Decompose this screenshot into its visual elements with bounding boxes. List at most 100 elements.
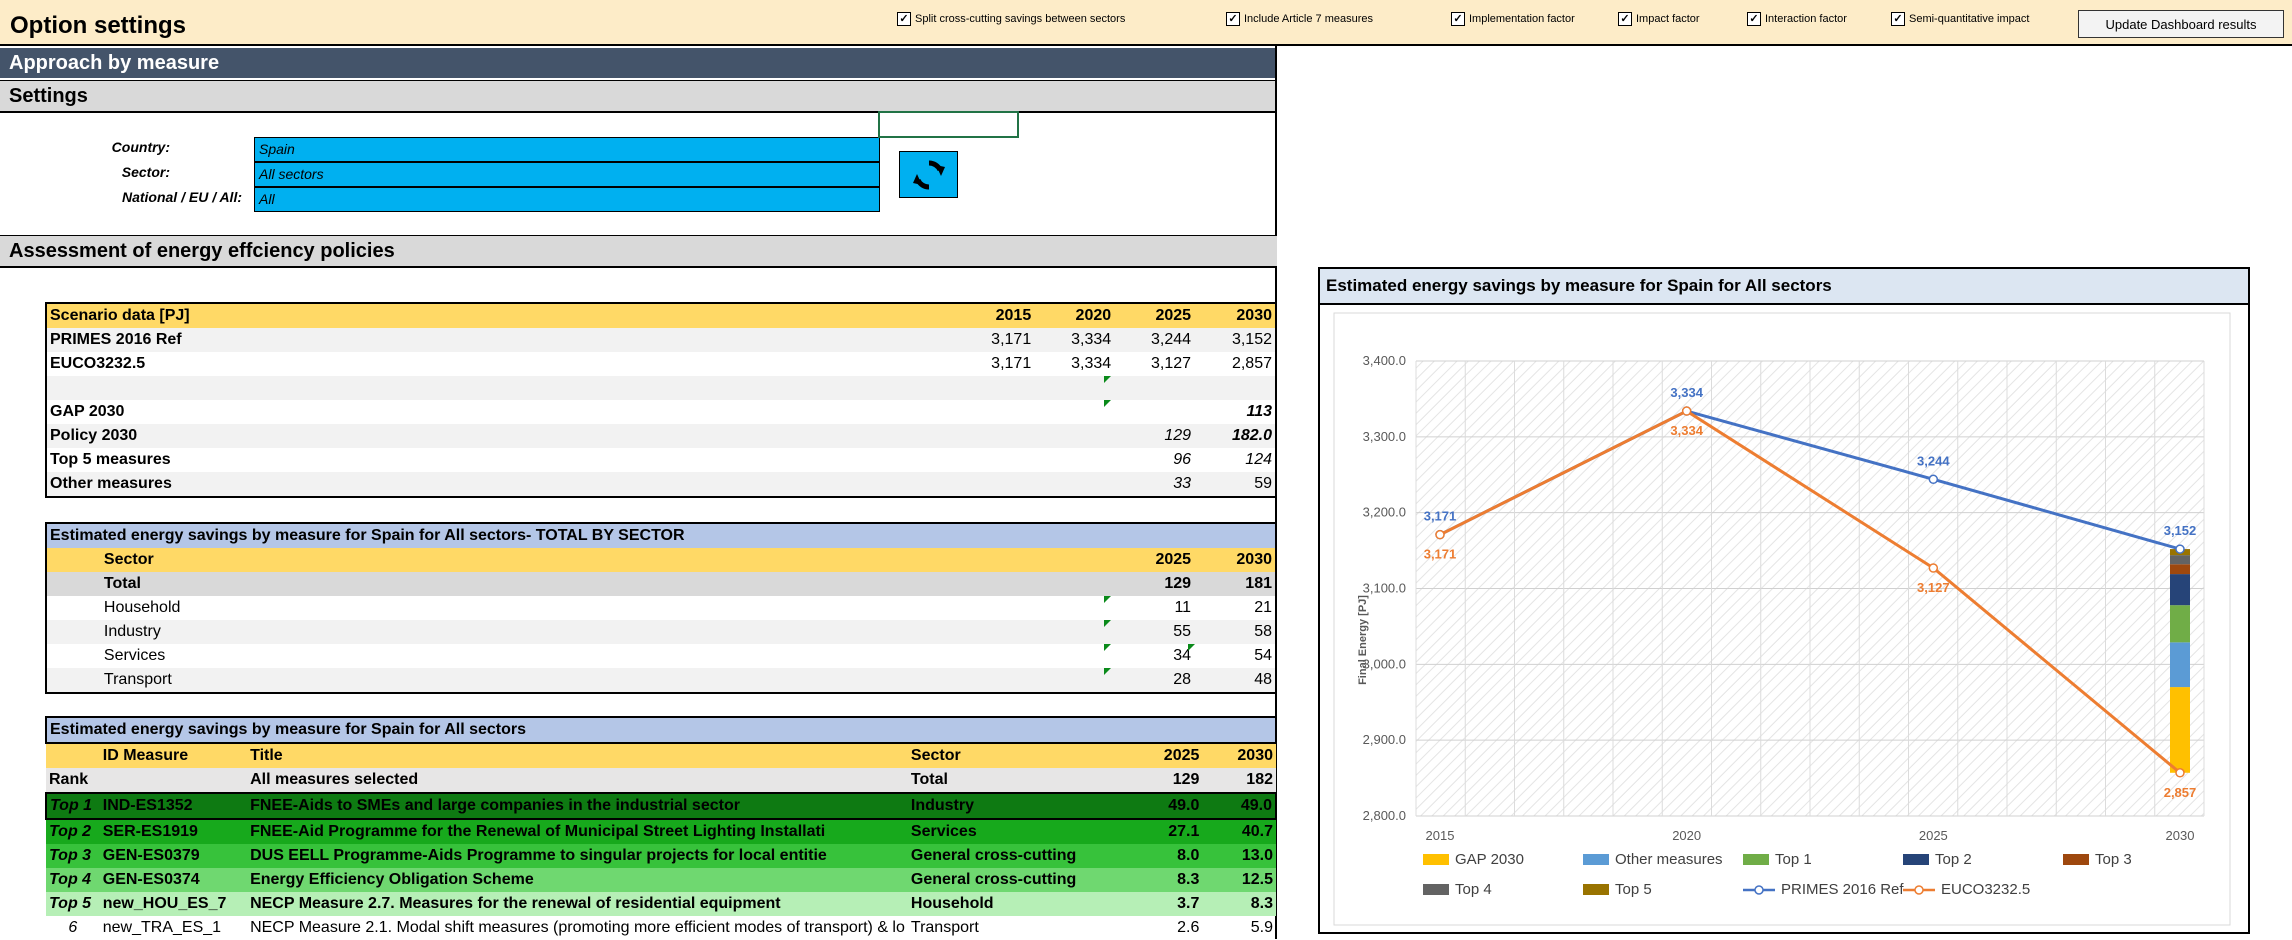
sector-total-label: Total	[103, 575, 141, 592]
stack-segment-top-4	[2170, 555, 2190, 565]
sector-total-value: 129	[1164, 575, 1192, 592]
legend-label: Top 3	[2095, 851, 2132, 868]
checkbox-checked-icon[interactable]: ✓	[1451, 12, 1465, 26]
scenario-value: 33	[1173, 475, 1192, 492]
checkbox-article-7[interactable]: ✓ Include Article 7 measures	[1226, 12, 1373, 26]
rank-cell: Top 5	[49, 895, 92, 912]
measure-row[interactable]: 6 new_TRA_ES_1 NECP Measure 2.1. Modal s…	[46, 916, 1276, 940]
checkbox-interaction-factor[interactable]: ✓ Interaction factor	[1747, 12, 1847, 26]
summary-value: 182	[1246, 771, 1273, 788]
scenario-value: 3,127	[1151, 355, 1192, 372]
checkbox-checked-icon[interactable]: ✓	[897, 12, 911, 26]
measure-sector: General cross-cutting	[910, 847, 1077, 864]
checkbox-checked-icon[interactable]: ✓	[1226, 12, 1240, 26]
scenario-value	[1114, 400, 1194, 424]
measure-row[interactable]: Top 2 SER-ES1919 FNEE-Aid Programme for …	[46, 819, 1276, 844]
legend-swatch-icon	[1903, 854, 1929, 865]
x-tick-label: 2020	[1672, 828, 1701, 843]
selected-cell[interactable]	[878, 111, 1019, 138]
stack-segment-gap-2030	[2170, 687, 2190, 773]
legend-item: Top 2	[1903, 851, 1972, 868]
scenario-value: 3,334	[1071, 355, 1112, 372]
checkbox-impact-factor[interactable]: ✓ Impact factor	[1618, 12, 1700, 26]
scenario-label: Policy 2030	[50, 427, 138, 444]
y-tick-label: 2,800.0	[1363, 808, 1406, 823]
scenario-row	[46, 376, 1276, 400]
y-tick-label: 3,400.0	[1363, 353, 1406, 368]
legend-swatch-icon	[1583, 884, 1609, 895]
legend-label: Top 5	[1615, 881, 1652, 898]
error-indicator-icon	[1188, 644, 1195, 651]
scenario-value	[954, 448, 1034, 472]
scenario-header-row: Scenario data [PJ] 2015 2020 2025 2030	[46, 303, 1276, 328]
measure-title: FNEE-Aid Programme for the Renewal of Mu…	[250, 823, 826, 840]
data-point	[1435, 529, 1445, 540]
sector-table-title-row: Estimated energy savings by measure for …	[46, 523, 1276, 548]
legend-swatch-icon	[1743, 854, 1769, 865]
sector-row: Transport 28 48	[46, 668, 1276, 693]
measure-id: GEN-ES0374	[102, 871, 200, 888]
legend-swatch-icon	[1423, 854, 1449, 865]
sector-row: Services 34 54	[46, 644, 1276, 668]
checkbox-checked-icon[interactable]: ✓	[1618, 12, 1632, 26]
option-settings-title: Option settings	[10, 12, 186, 39]
legend-item: Top 1	[1743, 851, 1812, 868]
savings-chart[interactable]: Estimated energy savings by measure for …	[1318, 267, 2250, 934]
measure-row[interactable]: Top 1 IND-ES1352 FNEE-Aids to SMEs and l…	[46, 793, 1276, 819]
checkbox-semi-quantitative[interactable]: ✓ Semi-quantitative impact	[1891, 12, 2029, 26]
sector-field[interactable]: All sectors	[254, 162, 880, 187]
country-field[interactable]: Spain	[254, 137, 880, 162]
legend-item: Top 5	[1583, 881, 1652, 898]
legend-line-icon	[1743, 884, 1775, 895]
measure-row[interactable]: Top 3 GEN-ES0379 DUS EELL Programme-Aids…	[46, 844, 1276, 868]
data-label: 2,857	[2164, 785, 2197, 800]
checkbox-checked-icon[interactable]: ✓	[1891, 12, 1905, 26]
scenario-value: 113	[1246, 403, 1272, 420]
scope-field[interactable]: All	[254, 187, 880, 212]
y-tick-label: 3,000.0	[1363, 656, 1406, 671]
sector-value: 54	[1254, 647, 1272, 664]
sector-total-value: 181	[1245, 575, 1272, 592]
rank-cell: Top 1	[50, 797, 93, 814]
approach-header: Approach by measure	[0, 48, 1277, 78]
year-header: 2025	[1155, 551, 1192, 568]
refresh-icon	[912, 159, 945, 190]
scenario-label: EUCO3232.5	[50, 355, 146, 372]
checkbox-split-cross-cutting[interactable]: ✓ Split cross-cutting savings between sec…	[897, 12, 1125, 26]
measure-id: new_TRA_ES_1	[102, 919, 222, 936]
scenario-row: Policy 2030 129 182.0	[46, 424, 1276, 448]
measure-value: 40.7	[1241, 823, 1273, 840]
measure-value: 12.5	[1241, 871, 1273, 888]
measure-id: GEN-ES0379	[102, 847, 200, 864]
scenario-value	[1034, 424, 1114, 448]
legend-item: GAP 2030	[1423, 851, 1524, 868]
scenario-row: PRIMES 2016 Ref 3,171 3,334 3,244 3,152	[46, 328, 1276, 352]
chart-title: Estimated energy savings by measure for …	[1320, 269, 2248, 305]
sector-value: 34	[1173, 647, 1192, 664]
sector-value: 11	[1174, 599, 1192, 616]
legend-swatch-icon	[2063, 854, 2089, 865]
measure-row[interactable]: Top 5 new_HOU_ES_7 NECP Measure 2.7. Mea…	[46, 892, 1276, 916]
sector-value: 58	[1254, 623, 1272, 640]
year-header: 2025	[1163, 747, 1200, 764]
assessment-header: Assessment of energy effciency policies	[0, 235, 1277, 268]
legend-line-icon	[1903, 884, 1935, 895]
refresh-button[interactable]	[899, 151, 958, 198]
measure-sector: Household	[910, 895, 994, 912]
checkbox-checked-icon[interactable]: ✓	[1747, 12, 1761, 26]
measure-value: 8.3	[1177, 871, 1200, 888]
legend-label: Top 2	[1935, 851, 1972, 868]
legend-swatch-icon	[1583, 854, 1609, 865]
measure-row[interactable]: Top 4 GEN-ES0374 Energy Efficiency Oblig…	[46, 868, 1276, 892]
update-dashboard-button[interactable]: Update Dashboard results	[2078, 10, 2284, 38]
sector-value: 55	[1173, 623, 1192, 640]
measure-title: NECP Measure 2.7. Measures for the renew…	[250, 895, 781, 912]
year-header: 2030	[1236, 307, 1272, 324]
year-header: 2020	[1075, 307, 1112, 324]
sector-value: 28	[1173, 671, 1192, 688]
scenario-value	[1034, 448, 1114, 472]
sector-label: Household	[103, 599, 181, 616]
checkbox-implementation-factor[interactable]: ✓ Implementation factor	[1451, 12, 1575, 26]
error-indicator-icon	[1104, 668, 1111, 675]
scenario-value: 3,171	[991, 355, 1032, 372]
